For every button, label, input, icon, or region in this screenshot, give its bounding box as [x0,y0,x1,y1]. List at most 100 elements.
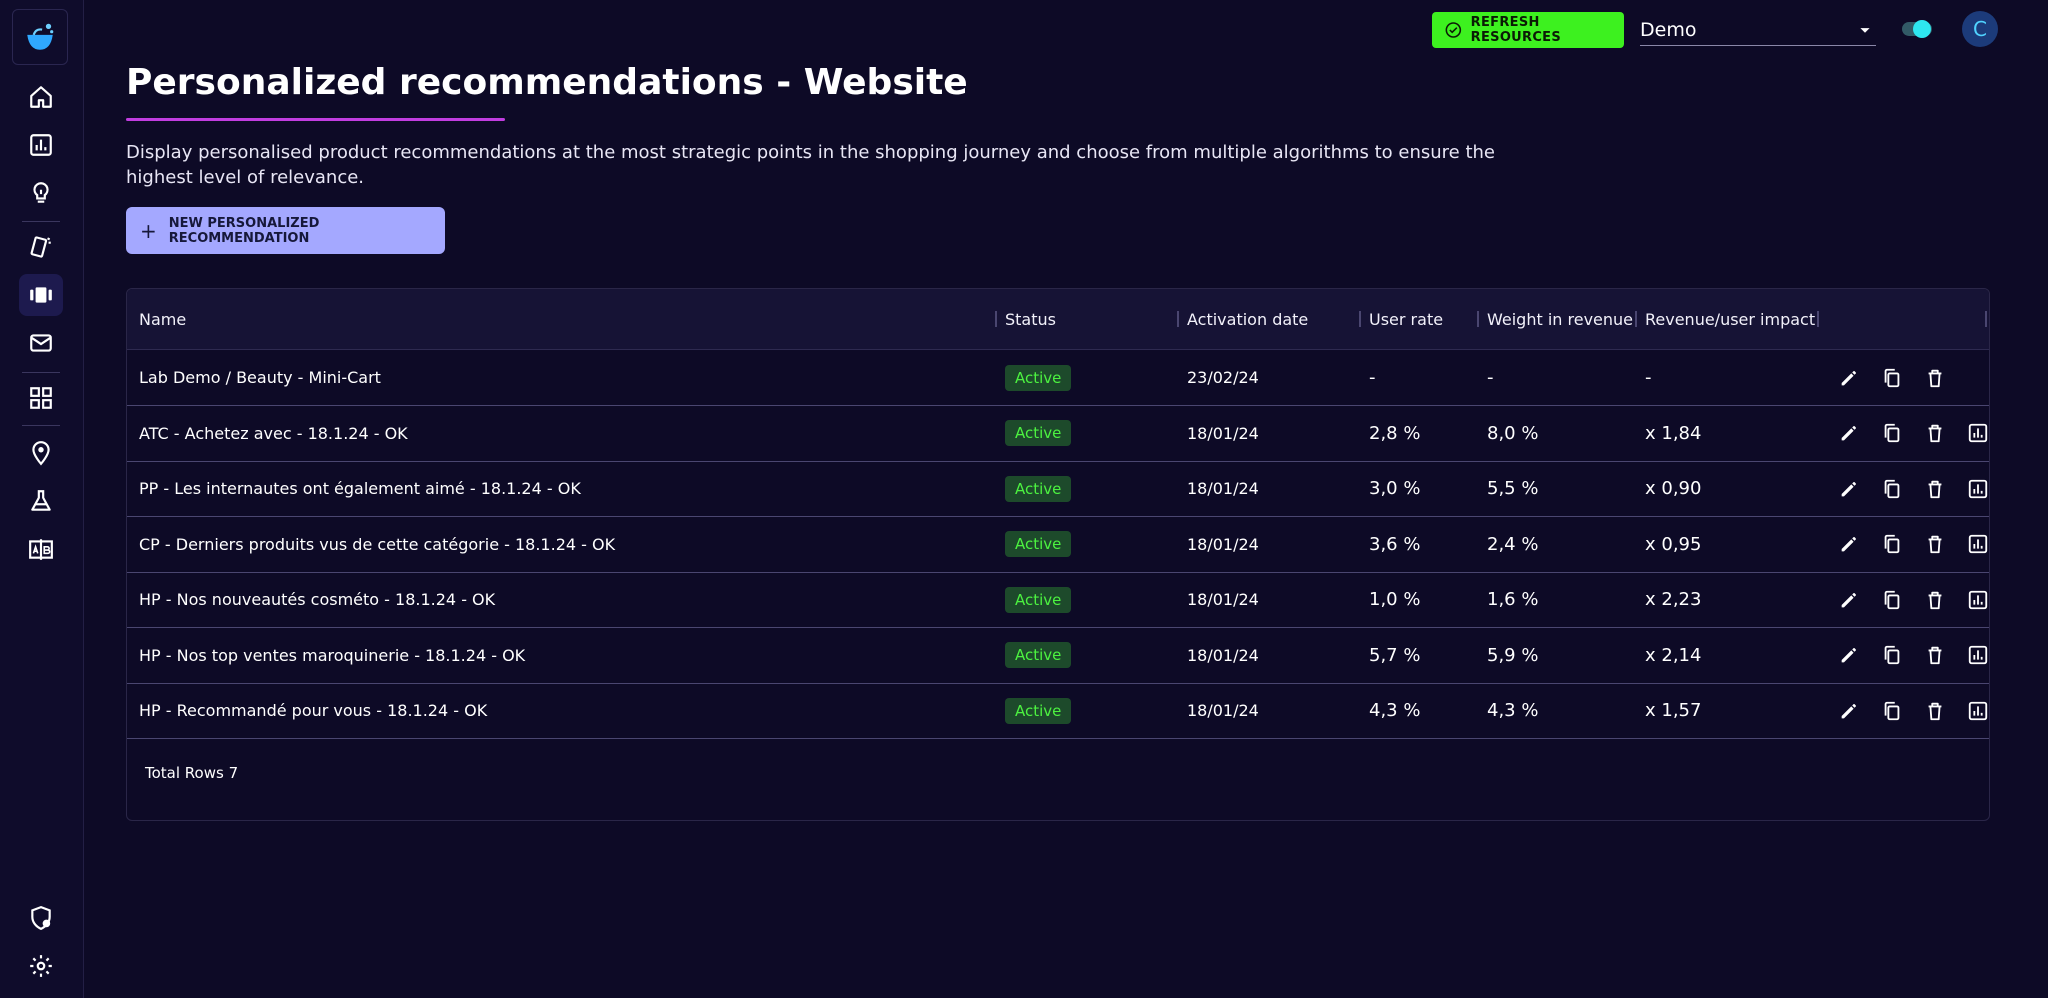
duplicate-button[interactable] [1880,477,1904,501]
user-avatar[interactable]: C [1962,11,1998,47]
edit-button[interactable] [1837,643,1861,667]
stats-button[interactable] [1966,643,1989,667]
grid-icon [30,387,52,409]
delete-button[interactable] [1923,699,1947,723]
stats-button[interactable] [1966,588,1989,612]
row-user-rate: 1,0 % [1369,589,1421,610]
row-user-rate: 3,0 % [1369,478,1421,499]
duplicate-button[interactable] [1880,699,1904,723]
column-header-revenue-user-impact[interactable]: Revenue/user impact [1645,289,1815,349]
delete-button[interactable] [1923,366,1947,390]
edit-button[interactable] [1837,421,1861,445]
row-weight-in-revenue: 4,3 % [1487,700,1539,721]
table-row[interactable]: HP - Nos nouveautés cosméto - 18.1.24 - … [127,572,1989,628]
row-activation-date: 18/01/24 [1187,645,1259,665]
column-header-status[interactable]: Status [1005,289,1056,349]
row-name[interactable]: CP - Derniers produits vus de cette caté… [139,517,615,572]
row-name[interactable]: ATC - Achetez avec - 18.1.24 - OK [139,406,408,461]
table-row[interactable]: PP - Les internautes ont également aimé … [127,461,1989,517]
row-name[interactable]: Lab Demo / Beauty - Mini-Cart [139,350,381,405]
column-header-weight-in-revenue[interactable]: Weight in revenue [1487,289,1633,349]
column-header-activation-date[interactable]: Activation date [1187,289,1308,349]
duplicate-button[interactable] [1880,421,1904,445]
new-recommendation-button[interactable]: + NEW PERSONALIZED RECOMMENDATION [126,207,445,254]
column-separator[interactable] [1477,311,1479,327]
row-status: Active [1005,461,1072,516]
duplicate-button[interactable] [1880,366,1904,390]
recommendations-table: Name Status Activation date User rate We… [126,288,1990,821]
title-underline [126,118,505,121]
pencil-icon [1841,592,1856,607]
column-separator[interactable] [1817,311,1819,327]
delete-button[interactable] [1923,477,1947,501]
column-separator[interactable] [1635,311,1637,327]
row-name[interactable]: PP - Les internautes ont également aimé … [139,461,581,516]
nav-insights[interactable] [19,172,63,214]
copy-icon [1884,645,1900,665]
stats-button[interactable] [1966,477,1989,501]
duplicate-button[interactable] [1880,532,1904,556]
nav-home[interactable] [19,76,63,118]
nav-recommendations[interactable] [19,274,63,316]
column-header-user-rate[interactable]: User rate [1369,289,1443,349]
trash-icon [1928,369,1942,387]
nav-location[interactable] [19,432,63,474]
pencil-icon [1841,426,1856,441]
duplicate-button[interactable] [1880,588,1904,612]
delete-button[interactable] [1923,421,1947,445]
nav-cards[interactable] [19,226,63,268]
stats-button[interactable] [1966,532,1989,556]
column-separator[interactable] [1359,311,1361,327]
nav-experiments[interactable] [19,480,63,522]
row-revenue-user-impact: x 0,90 [1645,478,1702,499]
theme-toggle-knob[interactable] [1913,20,1931,38]
lightbulb-icon [33,182,49,203]
table-row[interactable]: ATC - Achetez avec - 18.1.24 - OK Active 1… [127,406,1989,462]
row-weight-in-revenue: 2,4 % [1487,533,1539,555]
check-circle-icon [1445,22,1462,38]
nav-privacy[interactable] [19,897,63,939]
nav-widgets[interactable] [19,377,63,419]
edit-button[interactable] [1837,477,1861,501]
row-name[interactable]: HP - Nos nouveautés cosméto - 18.1.24 - … [139,572,495,627]
column-separator[interactable] [1177,311,1179,327]
row-name[interactable]: HP - Nos top ventes maroquinerie - 18.1.… [139,628,525,683]
table-header: Name Status Activation date User rate We… [127,289,1989,350]
copy-icon [1884,701,1900,720]
delete-button[interactable] [1923,532,1947,556]
edit-button[interactable] [1837,366,1861,390]
edit-button[interactable] [1837,699,1861,723]
duplicate-button[interactable] [1880,643,1904,667]
delete-button[interactable] [1923,643,1947,667]
shield-icon [31,906,51,931]
app-logo[interactable] [12,9,68,65]
row-name[interactable]: HP - Recommandé pour vous - 18.1.24 - OK [139,683,487,738]
edit-button[interactable] [1837,532,1861,556]
stats-button[interactable] [1966,699,1989,723]
column-header-name[interactable]: Name [139,289,186,349]
copy-icon [1884,423,1900,443]
copy-icon [1884,368,1900,387]
nav-settings[interactable] [19,945,63,987]
nav-analytics[interactable] [19,124,63,166]
refresh-resources-button[interactable]: REFRESH RESOURCES [1432,12,1624,48]
nav-ab-test[interactable] [19,528,63,570]
plus-icon: + [140,218,157,243]
table-row[interactable]: HP - Recommandé pour vous - 18.1.24 - OK… [127,683,1989,739]
account-select-value: Demo [1640,18,1697,41]
bar-chart-icon [1968,534,1988,554]
table-row[interactable]: HP - Nos top ventes maroquinerie - 18.1.… [127,628,1989,684]
home-icon [30,86,52,108]
nav-email[interactable] [19,322,63,364]
row-weight-in-revenue: - [1487,367,1494,388]
account-select[interactable]: Demo [1640,14,1876,46]
column-separator[interactable] [995,311,997,327]
edit-button[interactable] [1837,588,1861,612]
row-activation-date: 18/01/24 [1187,534,1259,554]
row-weight-in-revenue: 5,9 % [1487,644,1539,666]
stats-button[interactable] [1966,421,1989,445]
table-row[interactable]: CP - Derniers produits vus de cette caté… [127,517,1989,573]
column-separator[interactable] [1985,311,1987,327]
table-row[interactable]: Lab Demo / Beauty - Mini-Cart Active 23/02… [127,350,1989,406]
delete-button[interactable] [1923,588,1947,612]
